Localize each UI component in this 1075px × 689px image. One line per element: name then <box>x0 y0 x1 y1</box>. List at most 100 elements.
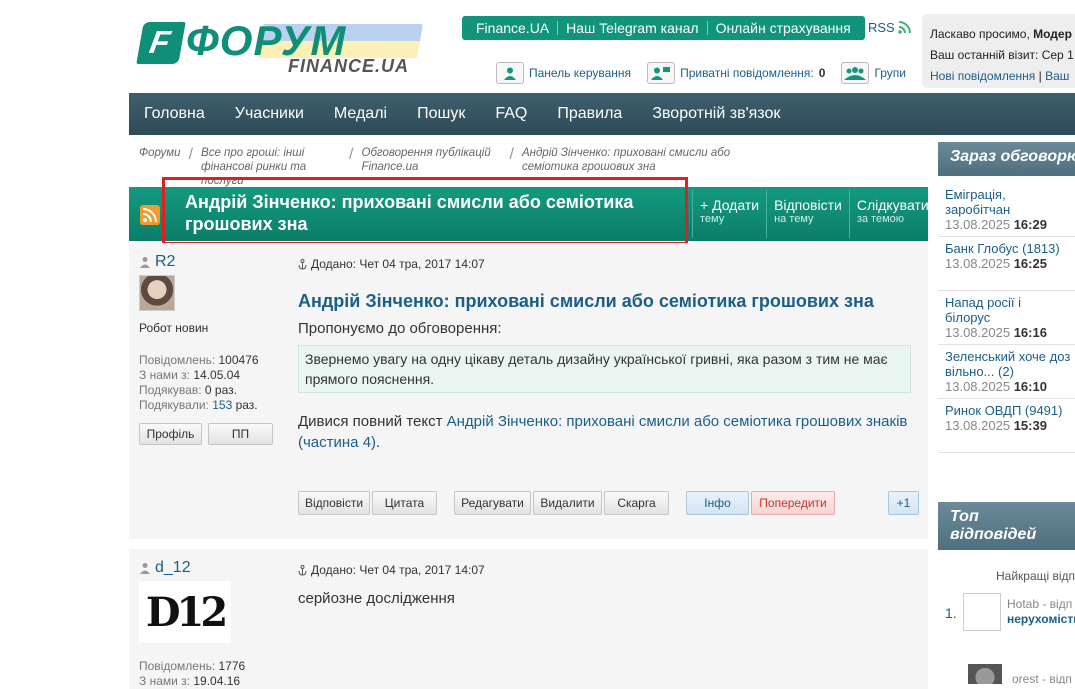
nav-search[interactable]: Пошук <box>417 105 465 123</box>
new-topic-label: + Додати <box>700 197 760 213</box>
nav-members[interactable]: Учасники <box>235 105 304 123</box>
reply-topic-label: Відповісти <box>774 197 842 213</box>
discuss-title[interactable]: Ринок ОВДП (9491) <box>945 403 1068 418</box>
report-button[interactable]: Скарга <box>604 491 669 515</box>
post-quote: Звернемо увагу на одну цікаву деталь диз… <box>298 345 911 393</box>
groups-label: Групи <box>874 66 907 80</box>
edit-button[interactable]: Редагувати <box>454 491 531 515</box>
pm-button[interactable]: ПП <box>208 423 273 445</box>
discuss-title[interactable]: Банк Глобус (1813) <box>945 241 1068 256</box>
stat-label: Повідомлень: <box>139 353 216 367</box>
stat-label: З нами з: <box>139 674 191 688</box>
discuss-time: 16:10 <box>1013 379 1047 394</box>
author-name[interactable]: d_12 <box>155 559 191 577</box>
nav-faq[interactable]: FAQ <box>495 105 527 123</box>
author-name-row: R2 <box>139 253 279 271</box>
plus-one-button[interactable]: +1 <box>888 491 919 515</box>
list-item[interactable]: Еміграція, заробітчан 13.08.2025 16:29 <box>938 183 1075 237</box>
private-messages-link[interactable]: Приватні повідомлення: 0 <box>647 62 825 84</box>
logo-sub: FINANCE.UA <box>288 56 409 76</box>
discuss-title[interactable]: Напад росії і білорус <box>945 295 1068 325</box>
top-replies-title-1: Топ <box>950 508 979 525</box>
avatar[interactable]: D12 <box>139 581 231 643</box>
post-date: Додано: Чет 04 тра, 2017 14:07 <box>298 257 911 271</box>
author-stats: Повідомлень: 100476 З нами з: 14.05.04 П… <box>139 353 279 413</box>
groups-icon <box>841 62 870 84</box>
avatar[interactable] <box>139 275 175 311</box>
author-name[interactable]: R2 <box>155 253 175 271</box>
reply-topic-button[interactable]: Відповісти на тему <box>766 190 849 238</box>
watch-topic-label: Слідкувати <box>856 197 929 213</box>
warn-button[interactable]: Попередити <box>751 491 835 515</box>
stat-label: Повідомлень: <box>139 659 216 673</box>
control-panel-link[interactable]: Панель керування <box>496 62 631 84</box>
top-links-bar: Finance.UA Наш Telegram канал Онлайн стр… <box>462 16 865 40</box>
reply-topic-sub: на тему <box>774 213 814 225</box>
top-replies-title-2: відповідей <box>950 526 1037 543</box>
stat-value: 1776 <box>218 659 246 673</box>
private-messages-count: 0 <box>818 66 826 80</box>
discuss-time: 15:39 <box>1013 418 1047 433</box>
list-item[interactable]: 1. Hotab - відп нерухомість <box>945 593 1075 633</box>
list-item[interactable]: Банк Глобус (1813) 13.08.2025 16:25 <box>938 237 1075 291</box>
new-messages-link[interactable]: Нові повідомлення <box>930 69 1035 83</box>
author-rank: Робот новин <box>139 321 209 335</box>
full-text-prefix: Дивися повний текст <box>298 413 443 430</box>
new-topic-button[interactable]: + Додати тему <box>692 190 766 238</box>
logo-f-mark: F <box>136 22 186 64</box>
author-name-row: d_12 <box>139 559 279 577</box>
best-reply-text: Hotab - відп нерухомість <box>1007 597 1075 627</box>
list-item[interactable]: Зеленський хоче доз вільно... (2) 13.08.… <box>938 345 1075 399</box>
private-messages-label: Приватні повідомлення: <box>680 66 814 80</box>
forum-logo[interactable]: F ФОРУМ FINANCE.UA <box>136 18 423 78</box>
welcome-username[interactable]: Модер <box>1033 27 1072 41</box>
info-button[interactable]: Інфо <box>686 491 749 515</box>
best-reply-author: orest - відп <box>1012 672 1072 684</box>
best-reply-rank: 1. <box>945 605 957 621</box>
rss-label: RSS <box>868 20 895 35</box>
stat-label: Подякував: <box>139 383 202 397</box>
nav-home[interactable]: Головна <box>144 105 205 123</box>
best-reply-topic[interactable]: нерухомість <box>1007 612 1075 626</box>
post: d_12 D12 Повідомлень: 1776 З нами з: 19.… <box>129 549 928 689</box>
userbox-links: Нові повідомлення | Ваш <box>930 66 1074 87</box>
stat-value: 19.04.16 <box>193 674 241 688</box>
userbox-more-link[interactable]: Ваш <box>1045 69 1069 83</box>
rss-link[interactable]: RSS <box>868 20 911 35</box>
groups-link[interactable]: Групи <box>841 62 906 84</box>
nav-rules[interactable]: Правила <box>557 105 622 123</box>
discuss-time: 16:16 <box>1013 325 1047 340</box>
profile-buttons: Профіль ПП <box>139 423 279 445</box>
list-item[interactable]: Ринок ОВДП (9491) 13.08.2025 15:39 <box>938 399 1075 453</box>
rss-icon <box>897 21 911 34</box>
list-item[interactable]: Напад росії і білорус 13.08.2025 16:16 <box>938 291 1075 345</box>
post-actions: Відповісти Цитата Редагувати Видалити Ск… <box>298 491 919 515</box>
post-date-text: Додано: Чет 04 тра, 2017 14:07 <box>311 563 485 577</box>
best-reply-thumbnail <box>963 593 1001 631</box>
discuss-title[interactable]: Зеленський хоче доз вільно... (2) <box>945 349 1075 379</box>
reply-button[interactable]: Відповісти <box>298 491 370 515</box>
discuss-date: 13.08.2025 <box>945 418 1011 433</box>
discuss-title[interactable]: Еміграція, заробітчан <box>945 187 1068 217</box>
top-link-telegram[interactable]: Наш Telegram канал <box>558 20 706 36</box>
post-text: серйозне дослідження <box>298 590 455 607</box>
post-body: Додано: Чет 04 тра, 2017 14:07 серйозне … <box>298 549 911 609</box>
post: R2 Робот новин Повідомлень: 100476 З нам… <box>129 243 928 539</box>
delete-button[interactable]: Видалити <box>533 491 602 515</box>
top-link-finance[interactable]: Finance.UA <box>468 20 557 36</box>
watch-topic-button[interactable]: Слідкувати за темою <box>848 190 936 238</box>
nav-medals[interactable]: Медалі <box>334 105 387 123</box>
top-link-insurance[interactable]: Онлайн страхування <box>708 20 859 36</box>
full-text-suffix: . <box>376 434 381 451</box>
profile-button[interactable]: Профіль <box>139 423 202 445</box>
quote-button[interactable]: Цитата <box>372 491 437 515</box>
author-stats: Повідомлень: 1776 З нами з: 19.04.16 <box>139 659 279 689</box>
stat-value: 0 раз. <box>204 383 237 397</box>
avatar <box>968 664 1002 684</box>
list-item[interactable]: orest - відп <box>968 664 1075 684</box>
post-title[interactable]: Андрій Зінченко: приховані смисли або се… <box>298 291 911 311</box>
thanks-received-link[interactable]: 153 <box>212 398 232 412</box>
topic-rss-icon[interactable] <box>140 205 160 225</box>
nav-feedback[interactable]: Зворотній зв'язок <box>652 105 780 123</box>
post-date-text: Додано: Чет 04 тра, 2017 14:07 <box>311 257 485 271</box>
